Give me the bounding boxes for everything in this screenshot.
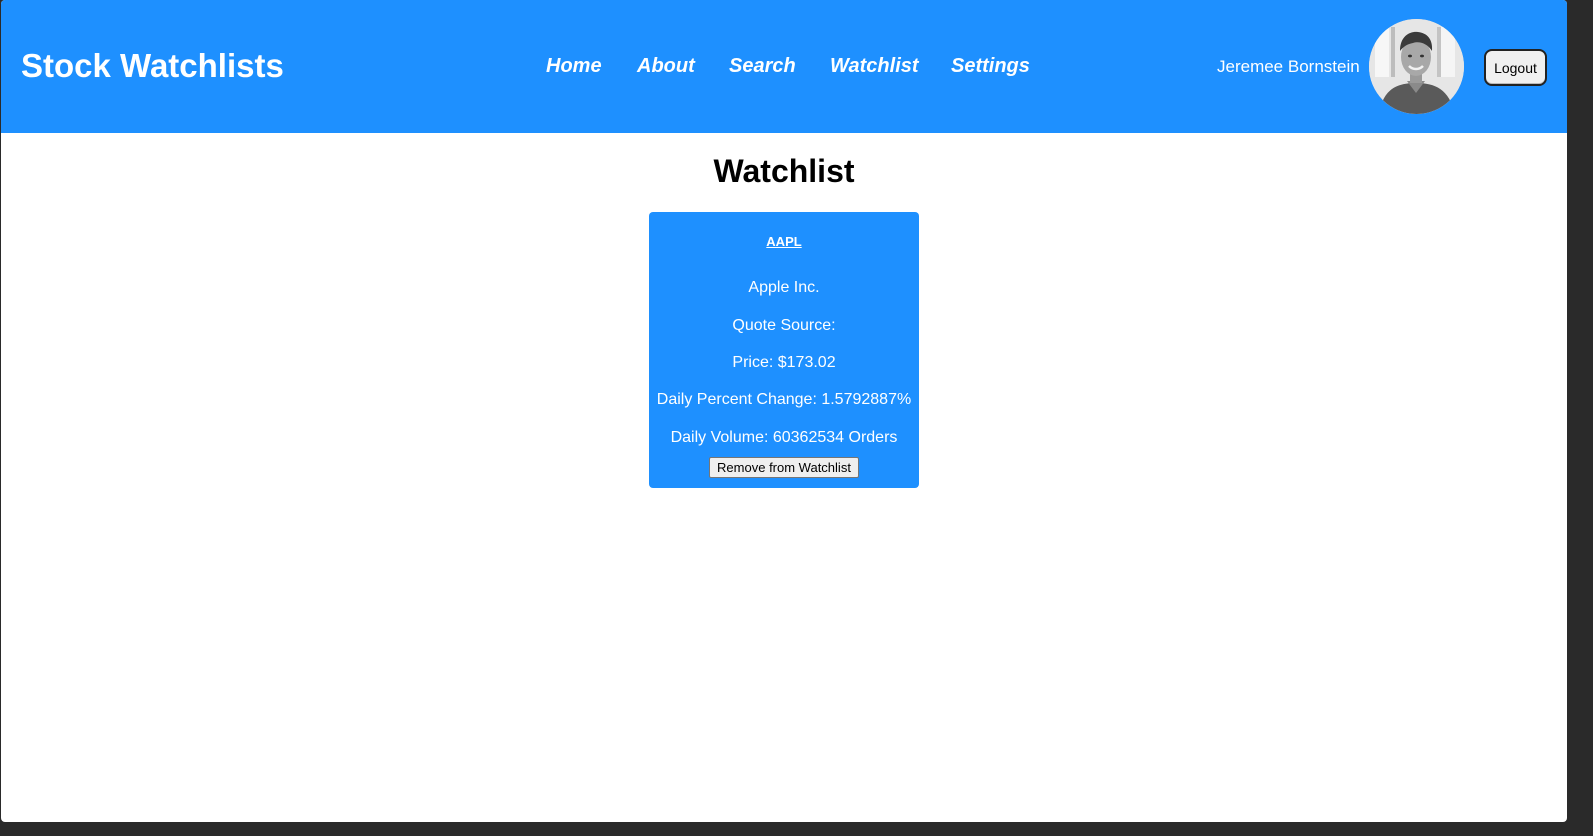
nav-link-watchlist[interactable]: Watchlist — [830, 52, 919, 80]
nav-link-search[interactable]: Search — [729, 52, 796, 80]
company-name: Apple Inc. — [748, 279, 820, 296]
price: Price: $173.02 — [732, 354, 836, 371]
user-photo-icon — [1369, 19, 1464, 114]
ticker-row: AAPL — [649, 232, 919, 252]
ticker-link[interactable]: AAPL — [766, 234, 801, 249]
avatar[interactable] — [1369, 19, 1464, 114]
quote-source: Quote Source: — [732, 317, 836, 334]
daily-volume: Daily Volume: 60362534 Orders — [670, 429, 898, 446]
nav-link-settings[interactable]: Settings — [951, 52, 1030, 80]
logout-button[interactable]: Logout — [1484, 49, 1547, 86]
stock-card: AAPL Apple Inc. Quote Source: Price: $17… — [649, 212, 919, 488]
user-name: Jeremee Bornstein — [1217, 57, 1360, 76]
nav-link-about[interactable]: About — [637, 52, 695, 80]
nav-link-home[interactable]: Home — [546, 52, 602, 80]
top-navigation-bar: Stock Watchlists Home About Search Watch… — [1, 0, 1567, 133]
remove-from-watchlist-button[interactable]: Remove from Watchlist — [709, 457, 859, 478]
screen-bottom-edge — [0, 822, 1593, 836]
daily-percent-change: Daily Percent Change: 1.5792887% — [656, 391, 912, 408]
page-title: Watchlist — [713, 153, 855, 189]
app-window: Stock Watchlists Home About Search Watch… — [1, 0, 1567, 822]
